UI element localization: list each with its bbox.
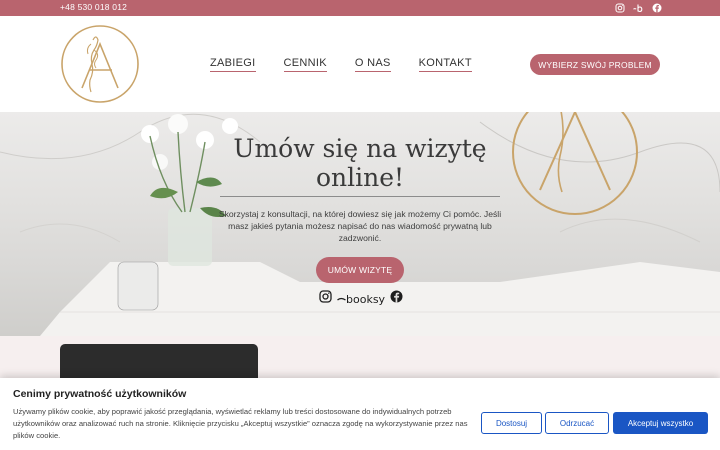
booksy-icon[interactable] — [633, 2, 644, 13]
main-nav: ZABIEGI CENNIK O NAS KONTAKT — [210, 57, 500, 72]
hero-title-line-2: online! — [315, 163, 405, 192]
cookie-title: Cenimy prywatność użytkowników — [13, 388, 187, 400]
salon-logo[interactable] — [60, 24, 140, 104]
hero-title-line-1: Umów się na wizytę — [233, 134, 487, 163]
booksy-link[interactable]: booksy — [337, 293, 385, 306]
site-header: ZABIEGI CENNIK O NAS KONTAKT WYBIERZ SWÓ… — [0, 16, 720, 112]
cookie-customize-button[interactable]: Dostosuj — [481, 412, 542, 434]
instagram-icon[interactable] — [615, 2, 625, 13]
phone-number[interactable]: +48 530 018 012 — [60, 2, 127, 12]
facebook-icon[interactable] — [652, 2, 662, 13]
hero-social-links: booksy — [319, 290, 403, 308]
cookie-text: Używamy plików cookie, aby poprawić jako… — [13, 407, 468, 440]
nav-kontakt[interactable]: KONTAKT — [418, 57, 472, 72]
top-bar: +48 530 018 012 — [0, 0, 720, 16]
instagram-icon[interactable] — [319, 290, 332, 308]
cookie-banner: Cenimy prywatność użytkowników Używamy p… — [0, 378, 720, 450]
booksy-icon — [337, 297, 346, 301]
cookie-accept-button[interactable]: Akceptuj wszystko — [613, 412, 708, 434]
hero-divider — [220, 196, 500, 197]
hero-title: Umów się na wizytę online! — [210, 134, 510, 192]
nav-o-nas[interactable]: O NAS — [354, 57, 391, 72]
facebook-icon[interactable] — [390, 290, 403, 308]
booksy-label: booksy — [346, 292, 386, 306]
book-visit-button[interactable]: UMÓW WIZYTĘ — [316, 257, 404, 283]
top-social-links — [615, 2, 662, 13]
nav-cennik[interactable]: CENNIK — [283, 57, 327, 72]
choose-problem-button[interactable]: WYBIERZ SWÓJ PROBLEM — [530, 54, 660, 75]
hero-section: Umów się na wizytę online! Skorzystaj z … — [0, 112, 720, 336]
hero-description: Skorzystaj z konsultacji, na której dowi… — [218, 209, 502, 243]
cookie-reject-button[interactable]: Odrzucać — [545, 412, 609, 434]
nav-zabiegi[interactable]: ZABIEGI — [210, 57, 256, 72]
